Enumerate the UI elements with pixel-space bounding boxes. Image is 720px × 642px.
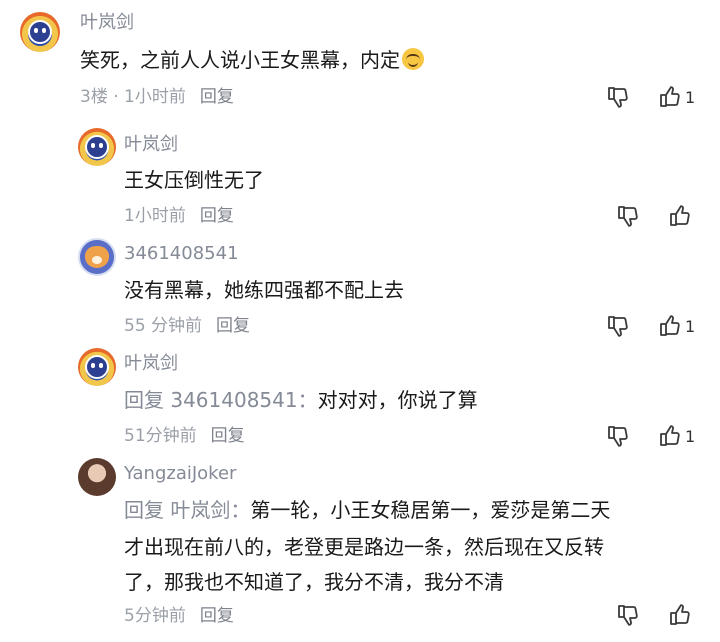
comment-text: 回复 3461408541：对对对，你说了算 [124, 388, 478, 412]
comment-actions: 1 [604, 312, 695, 340]
comment-author[interactable]: YangzaiJoker [124, 463, 236, 485]
thumbs-up-icon [660, 425, 680, 446]
dislike-button[interactable] [604, 312, 632, 340]
comment-actions: 1 [604, 83, 695, 111]
reply-button[interactable]: 回复 [200, 606, 234, 626]
reply-button[interactable]: 回复 [200, 206, 234, 226]
comment-meta: 51分钟前 回复 [124, 425, 245, 447]
thumbs-up-icon [670, 604, 690, 625]
reply-button[interactable]: 回复 [211, 426, 245, 446]
like-count: 1 [685, 87, 696, 107]
comment-meta: 5分钟前 回复 [124, 605, 234, 627]
thumbs-down-icon [608, 426, 628, 447]
reply-button[interactable]: 回复 [216, 316, 250, 336]
like-count: 1 [685, 316, 696, 336]
avatar[interactable] [78, 348, 116, 386]
comment-time: 55 分钟前 [124, 316, 203, 336]
like-button[interactable]: 1 [656, 312, 695, 340]
comment-meta: 1小时前 回复 [124, 205, 234, 227]
reply-button[interactable]: 回复 [200, 87, 234, 107]
thumbs-up-icon [670, 205, 690, 226]
reply-target[interactable]: 回复 3461408541： [124, 388, 318, 412]
like-button[interactable]: 1 [656, 422, 695, 450]
like-button[interactable] [666, 202, 694, 230]
comment-text: 没有黑幕，她练四强都不配上去 [124, 278, 404, 302]
comment-author[interactable]: 叶岚剑 [124, 134, 178, 156]
comment-text-line: 了，那我也不知道了，我分不清，我分不清 [124, 570, 504, 594]
comment-text-line: 才出现在前八的，老登更是路边一条，然后现在又反转 [124, 535, 604, 559]
smile-emoji-icon [402, 48, 424, 70]
comment-time: 51分钟前 [124, 426, 197, 446]
comment-time: 5分钟前 [124, 606, 186, 626]
comment-actions [614, 202, 694, 230]
like-button[interactable]: 1 [656, 83, 695, 111]
comment-text: 笑死，之前人人说小王女黑幕，内定 [80, 44, 424, 76]
thumbs-up-icon [660, 86, 680, 107]
comment-author[interactable]: 叶岚剑 [80, 12, 134, 34]
dislike-button[interactable] [604, 83, 632, 111]
reply-target[interactable]: 回复 叶岚剑： [124, 498, 250, 522]
thumbs-down-icon [608, 87, 628, 108]
thumbs-down-icon [618, 605, 638, 626]
dislike-button[interactable] [614, 601, 642, 629]
avatar[interactable] [20, 12, 60, 52]
thumbs-down-icon [608, 316, 628, 337]
comment-meta: 55 分钟前 回复 [124, 315, 250, 337]
like-count: 1 [685, 426, 696, 446]
comment-meta: 3楼 · 1小时前 回复 [80, 87, 234, 107]
floor-number: 3楼 [80, 87, 108, 107]
thumbs-down-icon [618, 206, 638, 227]
comment-time: 1小时前 [124, 206, 186, 226]
comment-author[interactable]: 叶岚剑 [124, 353, 178, 375]
dislike-button[interactable] [604, 422, 632, 450]
thumbs-up-icon [660, 315, 680, 336]
avatar[interactable] [78, 458, 116, 496]
comment-text: 王女压倒性无了 [124, 168, 264, 192]
dislike-button[interactable] [614, 202, 642, 230]
comment-author[interactable]: 3461408541 [124, 243, 239, 265]
comment-actions [614, 601, 694, 629]
comment-time: 1小时前 [124, 87, 186, 107]
comment-actions: 1 [604, 422, 695, 450]
avatar[interactable] [78, 128, 116, 166]
comment-text: 回复 叶岚剑：第一轮，小王女稳居第一，爱莎是第二天 [124, 498, 611, 522]
avatar[interactable] [78, 238, 116, 276]
like-button[interactable] [666, 601, 694, 629]
